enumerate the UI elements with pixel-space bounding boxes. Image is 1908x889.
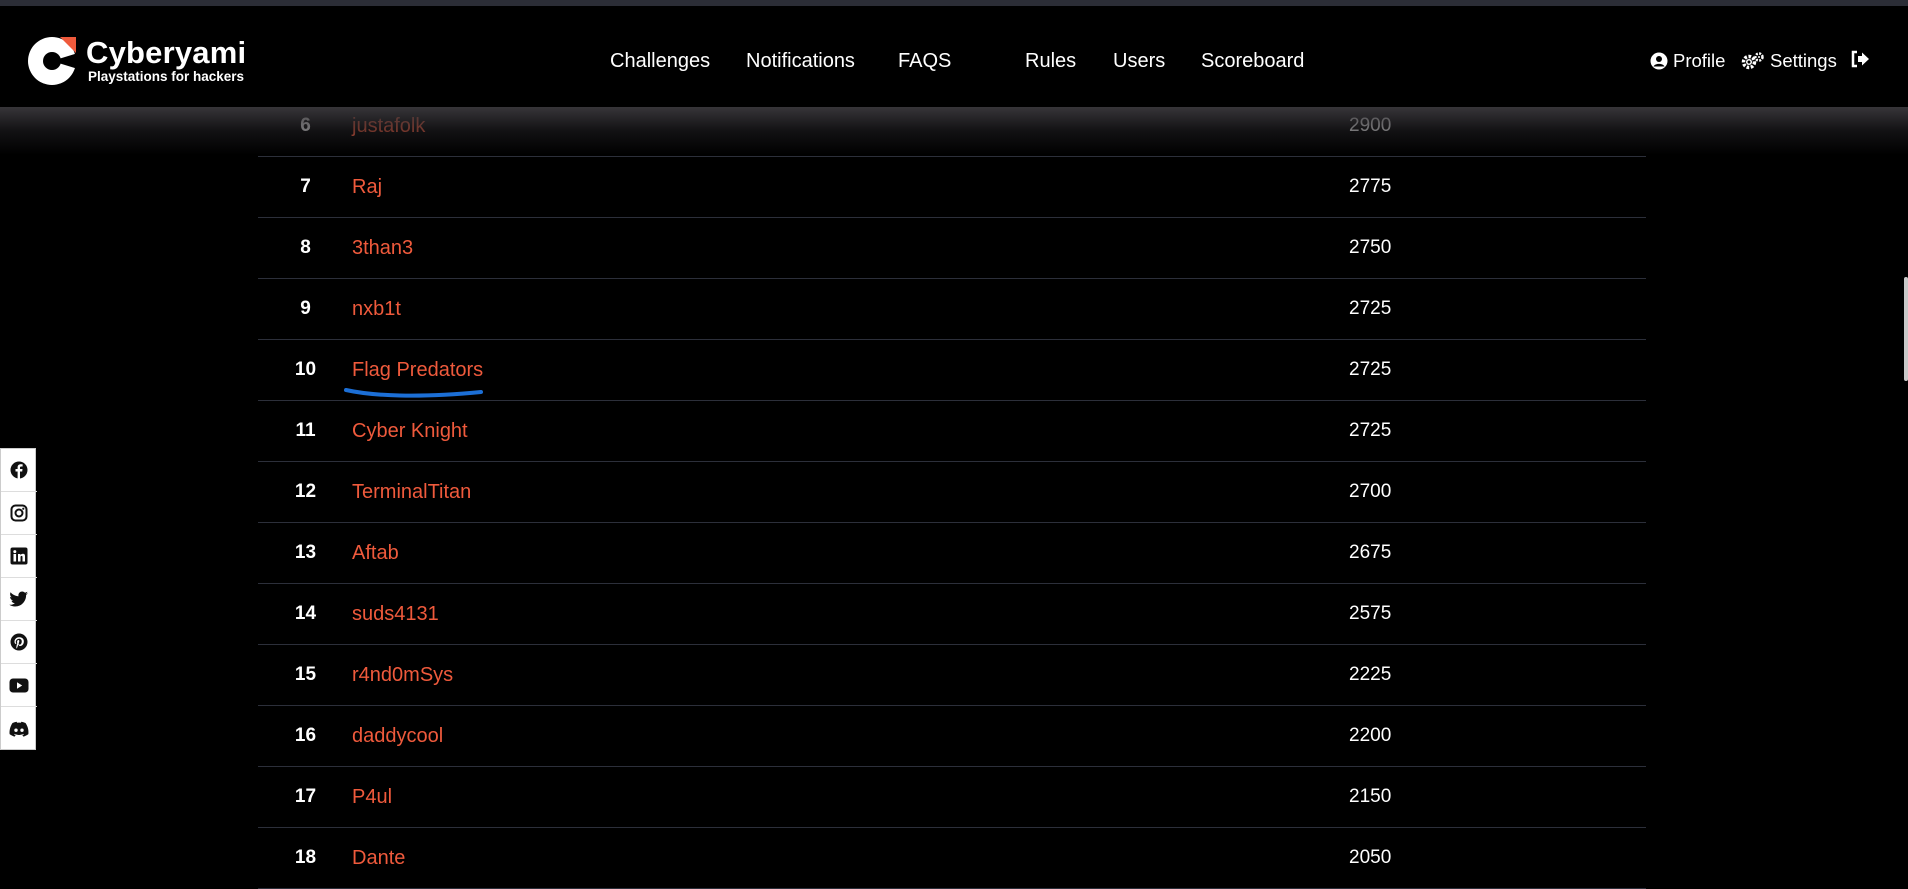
discord-link[interactable] (1, 707, 37, 750)
annotation-underline (344, 388, 483, 398)
rank-cell: 15 (294, 664, 317, 685)
table-row: 7 Raj 2775 (258, 157, 1646, 218)
nav-rules[interactable]: Rules (1025, 50, 1076, 73)
team-link[interactable]: suds4131 (352, 584, 439, 644)
rank-cell: 14 (294, 603, 317, 624)
pinterest-icon (10, 633, 28, 651)
rank-cell: 7 (300, 176, 311, 197)
youtube-icon (9, 678, 29, 692)
team-link[interactable]: nxb1t (352, 279, 401, 339)
linkedin-icon (10, 547, 28, 565)
nav-notifications[interactable]: Notifications (746, 50, 855, 73)
team-link[interactable]: TerminalTitan (352, 462, 471, 522)
instagram-icon (10, 504, 28, 522)
twitter-link[interactable] (1, 578, 37, 621)
sign-out-icon (1851, 50, 1869, 68)
score-cell: 2225 (1349, 664, 1392, 685)
youtube-link[interactable] (1, 664, 37, 707)
rank-cell: 10 (294, 359, 317, 380)
user-circle-icon (1650, 52, 1668, 70)
score-cell: 2725 (1349, 359, 1392, 380)
table-row: 11 Cyber Knight 2725 (258, 401, 1646, 462)
nav-users[interactable]: Users (1113, 50, 1165, 73)
table-row: 14 suds4131 2575 (258, 584, 1646, 645)
score-cell: 2050 (1349, 847, 1392, 868)
score-cell: 2725 (1349, 298, 1392, 319)
rank-cell: 12 (294, 481, 317, 502)
profile-label: Profile (1673, 50, 1726, 71)
rank-cell: 11 (295, 420, 316, 441)
score-cell: 2700 (1349, 481, 1392, 502)
rank-cell: 8 (300, 237, 311, 258)
profile-link[interactable]: Profile (1650, 50, 1725, 72)
score-cell: 2725 (1349, 420, 1392, 441)
score-cell: 2775 (1349, 176, 1392, 197)
score-cell: 2200 (1349, 725, 1392, 746)
table-row: 15 r4nd0mSys 2225 (258, 645, 1646, 706)
team-link[interactable]: Dante (352, 828, 405, 888)
nav-challenges[interactable]: Challenges (610, 50, 710, 73)
team-link[interactable]: Aftab (352, 523, 399, 583)
score-cell: 2750 (1349, 237, 1392, 258)
linkedin-link[interactable] (1, 535, 37, 578)
score-cell: 2150 (1349, 786, 1392, 807)
team-link[interactable]: Raj (352, 157, 382, 217)
team-link[interactable]: P4ul (352, 767, 392, 827)
table-row: 16 daddycool 2200 (258, 706, 1646, 767)
table-row: 9 nxb1t 2725 (258, 279, 1646, 340)
brand-name: Cyberyami (86, 35, 247, 70)
team-link[interactable]: 3than3 (352, 218, 413, 278)
twitter-icon (9, 591, 29, 606)
instagram-link[interactable] (1, 492, 37, 535)
social-sidebar (0, 448, 37, 750)
pinterest-link[interactable] (1, 621, 37, 664)
facebook-link[interactable] (1, 449, 37, 492)
settings-link[interactable]: Settings (1741, 50, 1837, 72)
cyberyami-logo-icon (28, 37, 78, 85)
settings-label: Settings (1770, 50, 1837, 71)
brand-tagline: Playstations for hackers (88, 69, 245, 84)
nav-scoreboard[interactable]: Scoreboard (1201, 50, 1304, 73)
table-row: 13 Aftab 2675 (258, 523, 1646, 584)
brand-logo[interactable]: Cyberyami Playstations for hackers (24, 31, 254, 91)
table-row: 8 3than3 2750 (258, 218, 1646, 279)
team-link[interactable]: r4nd0mSys (352, 645, 453, 705)
rank-cell: 9 (300, 298, 311, 319)
table-row: 17 P4ul 2150 (258, 767, 1646, 828)
discord-icon (9, 721, 29, 737)
table-row: 12 TerminalTitan 2700 (258, 462, 1646, 523)
facebook-icon (10, 461, 28, 479)
team-link[interactable]: daddycool (352, 706, 443, 766)
scrollbar-thumb[interactable] (1904, 277, 1908, 381)
score-cell: 2575 (1349, 603, 1392, 624)
score-cell: 2675 (1349, 542, 1392, 563)
team-link[interactable]: Cyber Knight (352, 401, 468, 461)
gears-icon (1741, 52, 1764, 70)
rank-cell: 17 (294, 786, 317, 807)
page-scrollbar[interactable] (1902, 107, 1908, 885)
navbar: Cyberyami Playstations for hackers Chall… (0, 6, 1908, 107)
table-row: 18 Dante 2050 (258, 828, 1646, 889)
nav-faqs[interactable]: FAQS (898, 50, 951, 73)
rank-cell: 18 (294, 847, 317, 868)
rank-cell: 13 (294, 542, 317, 563)
rank-cell: 16 (294, 725, 317, 746)
logout-button[interactable] (1850, 50, 1875, 68)
